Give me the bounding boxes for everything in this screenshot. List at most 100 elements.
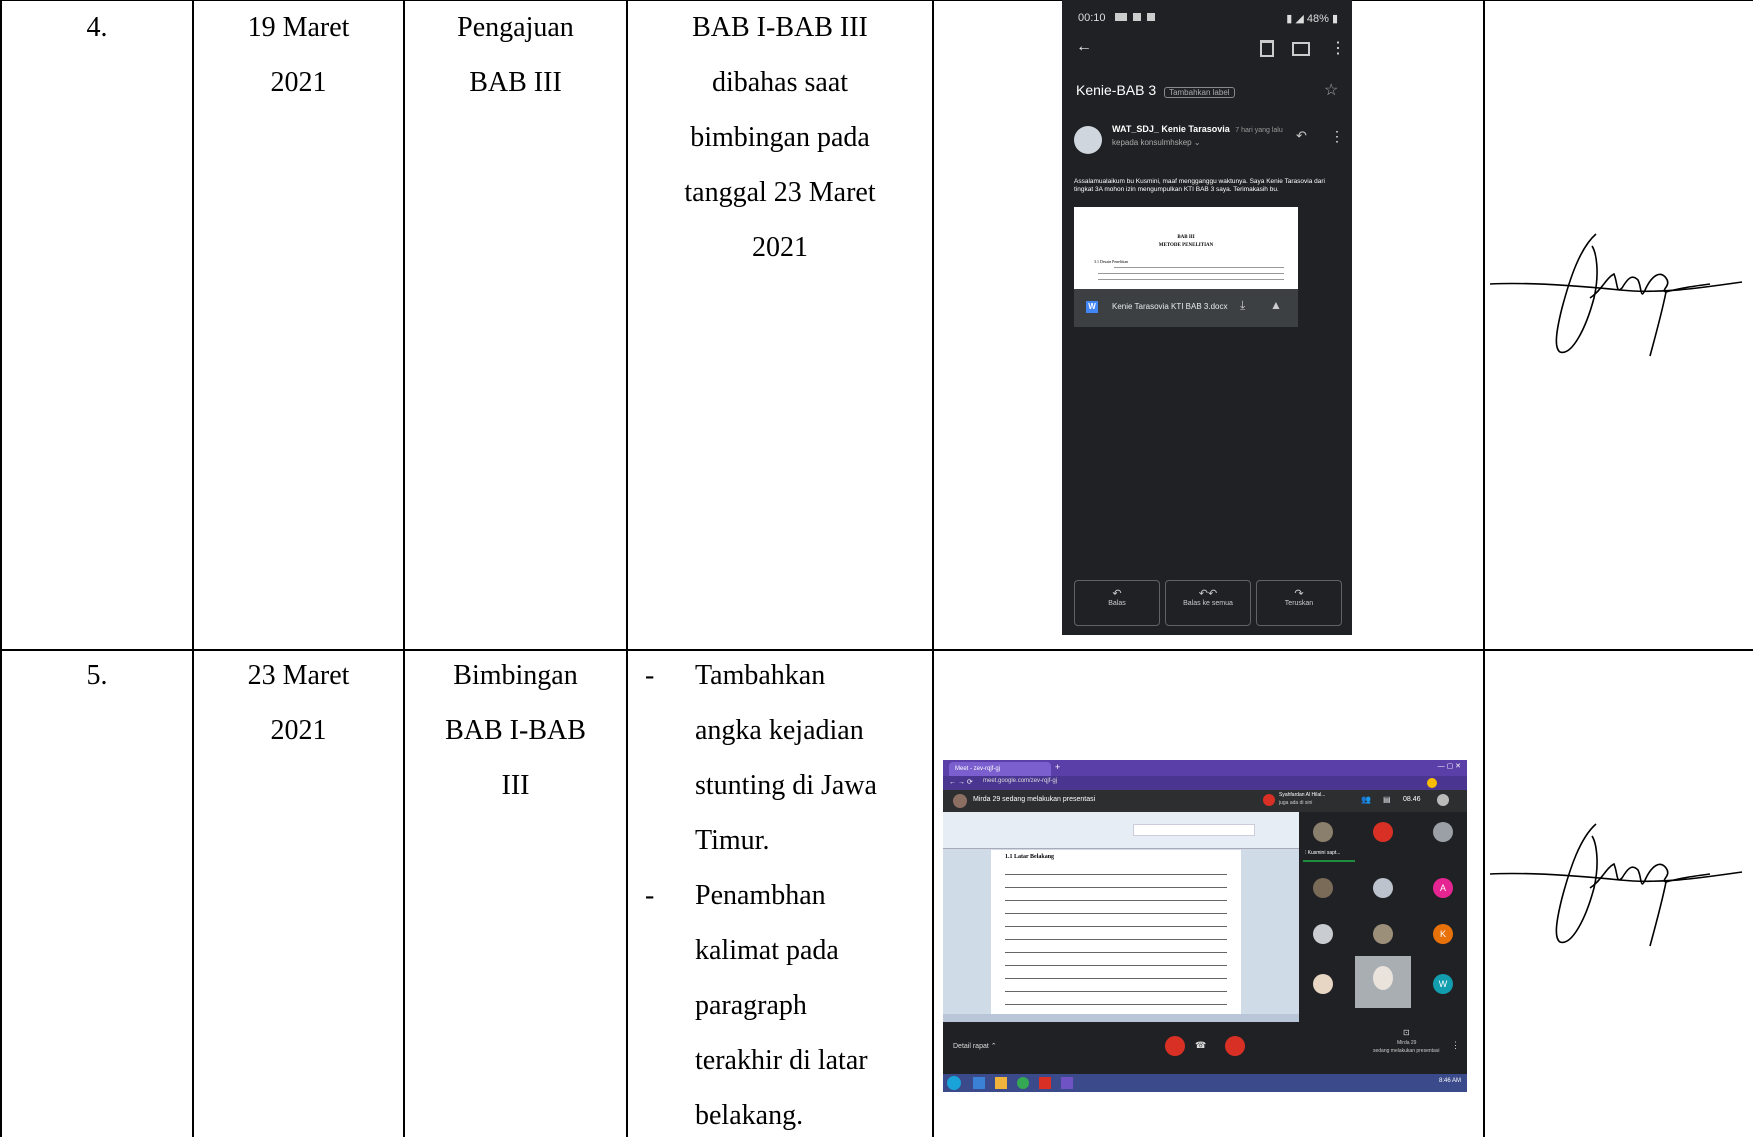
forward-button[interactable]: ↷ Teruskan bbox=[1256, 580, 1342, 626]
forward-icon: ↷ bbox=[1294, 588, 1304, 600]
status-time: 00:10 bbox=[1078, 12, 1106, 24]
participant-label-text: Kusmini sapt... bbox=[1307, 850, 1341, 856]
reply-all-icon: ↶↶ bbox=[1198, 588, 1218, 600]
row-number-text: 4. bbox=[86, 12, 108, 43]
row-number: 4. bbox=[2, 0, 192, 55]
activity-line: BAB III bbox=[469, 67, 562, 98]
bullet-dash: - bbox=[645, 660, 655, 691]
attachment-preview[interactable]: BAB III METODE PENELITIAN 3.1 Desain Pen… bbox=[1074, 207, 1298, 289]
notes-line: 2021 bbox=[752, 232, 808, 263]
chevron-up-icon: ⌃ bbox=[990, 1043, 997, 1050]
taskbar-app-icon[interactable] bbox=[1039, 1077, 1051, 1089]
participant-avatar: K bbox=[1433, 924, 1453, 944]
windows-taskbar: 8:46 AM bbox=[943, 1074, 1467, 1092]
doc-section: 3.1 Desain Penelitian bbox=[1094, 259, 1129, 264]
more-vert-icon[interactable]: ⋮ bbox=[1330, 128, 1344, 145]
taskbar-time: 8:46 AM bbox=[1438, 1078, 1461, 1084]
email-body: Assalamualaikum bu Kusmini, maaf menggan… bbox=[1074, 178, 1325, 193]
people-icon[interactable]: 👥 bbox=[1361, 795, 1371, 804]
browser-tab[interactable]: Meet - zev-rqjf-gj bbox=[949, 762, 1051, 776]
row-number-text: 5. bbox=[86, 660, 108, 691]
attachment-bar[interactable]: W Kenie Tarasovia KTI BAB 3.docx ⤓ ▲ bbox=[1074, 289, 1298, 327]
notes-line: terakhir di latar bbox=[695, 1045, 868, 1076]
taskbar-app-icon[interactable] bbox=[1061, 1077, 1073, 1089]
self-avatar bbox=[1437, 794, 1449, 806]
window-controls[interactable]: — ▢ ✕ bbox=[1438, 762, 1461, 770]
more-vert-icon[interactable]: ⋮ bbox=[1330, 38, 1346, 58]
reply-label: Balas bbox=[1108, 600, 1126, 607]
notes-line: belakang. bbox=[695, 1100, 804, 1131]
chat-icon[interactable]: ▤ bbox=[1383, 795, 1391, 804]
participant-avatar: A bbox=[1433, 878, 1453, 898]
battery-icon: ▮ bbox=[1331, 13, 1338, 25]
notes-line: angka kejadian bbox=[695, 715, 864, 746]
doc-subtitle: METODE PENELITIAN bbox=[1158, 243, 1214, 248]
back-arrow-icon[interactable]: ← bbox=[1076, 38, 1092, 56]
word-file-icon: W bbox=[1086, 301, 1098, 313]
participant-video bbox=[1355, 956, 1411, 1008]
activity-line: Bimbingan bbox=[453, 660, 578, 691]
status-bar: 00:10 bbox=[1078, 12, 1155, 24]
battery-percent: 48% bbox=[1306, 13, 1329, 25]
recipient[interactable]: kepada konsulmhskep ⌄ bbox=[1112, 138, 1201, 147]
doc-title: BAB III bbox=[1177, 235, 1195, 240]
reply-button[interactable]: ↶ Balas bbox=[1074, 580, 1160, 626]
recipient-text: kepada konsulmhskep bbox=[1112, 138, 1192, 147]
taskbar-app-icon[interactable] bbox=[995, 1077, 1007, 1089]
taskbar-app-icon[interactable] bbox=[1017, 1077, 1029, 1089]
word-status-bar bbox=[943, 1014, 1299, 1022]
camera-off-button[interactable] bbox=[1225, 1036, 1245, 1056]
notes-line: bimbingan pada bbox=[690, 122, 870, 153]
participant-video-face bbox=[1373, 966, 1393, 990]
profile-avatar[interactable] bbox=[1427, 778, 1437, 788]
supervisor-signature bbox=[1490, 233, 1743, 357]
email-screenshot: 00:10 ▮ ◢ 48% ▮ ← ⋮ Kenie-BAB 3 Tambahka… bbox=[1062, 0, 1352, 635]
column-divider bbox=[0, 0, 2, 1137]
more-vert-icon[interactable]: ⋮ bbox=[1451, 1040, 1460, 1051]
meet-screenshot: Meet - zev-rqjf-gj + — ▢ ✕ ← → ⟳ meet.go… bbox=[943, 760, 1467, 1092]
url-field[interactable]: meet.google.com/zev-rqjf-gj bbox=[983, 778, 1283, 784]
participant-tile bbox=[1313, 974, 1333, 994]
star-icon[interactable]: ☆ bbox=[1324, 80, 1338, 100]
meeting-details[interactable]: Detail rapat ⌃ bbox=[953, 1042, 997, 1050]
date-cell: 23 Maret 2021 bbox=[194, 648, 403, 758]
sender-name: WAT_SDJ_ Kenie Tarasovia 7 hari yang lal… bbox=[1112, 124, 1283, 134]
presenter-avatar bbox=[953, 794, 967, 808]
column-divider bbox=[932, 0, 934, 1137]
participants-panel: ⫶ Kusmini sapt... A K W bbox=[1299, 812, 1467, 1022]
status-icons bbox=[1132, 13, 1141, 21]
present-icon[interactable]: ⊡ bbox=[1403, 1028, 1410, 1037]
sender-avatar bbox=[1074, 126, 1102, 154]
notes-line: dibahas saat bbox=[711, 67, 849, 98]
end-call-button[interactable]: ☎ bbox=[1195, 1040, 1206, 1051]
row-number: 5. bbox=[2, 648, 192, 703]
mail-icon[interactable] bbox=[1292, 42, 1310, 56]
reply-all-label: Balas ke semua bbox=[1183, 600, 1233, 607]
label-chip[interactable]: Tambahkan label bbox=[1164, 87, 1235, 98]
participant-tile bbox=[1313, 822, 1333, 842]
new-tab-icon[interactable]: + bbox=[1055, 762, 1060, 772]
notice-avatar bbox=[1263, 794, 1275, 806]
notes-cell: BAB I-BAB III dibahas saat bimbingan pad… bbox=[628, 0, 932, 275]
notes-line: Penambhan bbox=[695, 880, 826, 911]
date-line: 2021 bbox=[270, 67, 327, 98]
shared-screen: 1.1 Latar Belakang bbox=[943, 812, 1299, 1022]
nav-icons[interactable]: ← → ⟳ bbox=[949, 778, 973, 786]
reply-icon[interactable]: ↶ bbox=[1296, 128, 1307, 144]
drive-icon[interactable]: ▲ bbox=[1270, 298, 1282, 312]
notes-line: BAB I-BAB III bbox=[692, 12, 868, 43]
notice-sub: juga ada di sini bbox=[1279, 800, 1313, 806]
date-cell: 19 Maret 2021 bbox=[194, 0, 403, 110]
sent-ago: 7 hari yang lalu bbox=[1235, 127, 1283, 134]
subject-text: Kenie-BAB 3 bbox=[1076, 82, 1157, 98]
mic-off-button[interactable] bbox=[1165, 1036, 1185, 1056]
word-page: 1.1 Latar Belakang bbox=[991, 850, 1241, 1020]
column-divider bbox=[192, 0, 194, 1137]
download-icon[interactable]: ⤓ bbox=[1240, 298, 1245, 313]
reply-all-button[interactable]: ↶↶ Balas ke semua bbox=[1165, 580, 1251, 626]
presenter-name: Mirda 29 bbox=[1397, 1040, 1417, 1046]
participant-label-line bbox=[1303, 860, 1355, 862]
taskbar-app-icon[interactable] bbox=[973, 1077, 985, 1089]
start-icon[interactable] bbox=[947, 1076, 961, 1090]
delete-icon[interactable] bbox=[1260, 40, 1274, 57]
